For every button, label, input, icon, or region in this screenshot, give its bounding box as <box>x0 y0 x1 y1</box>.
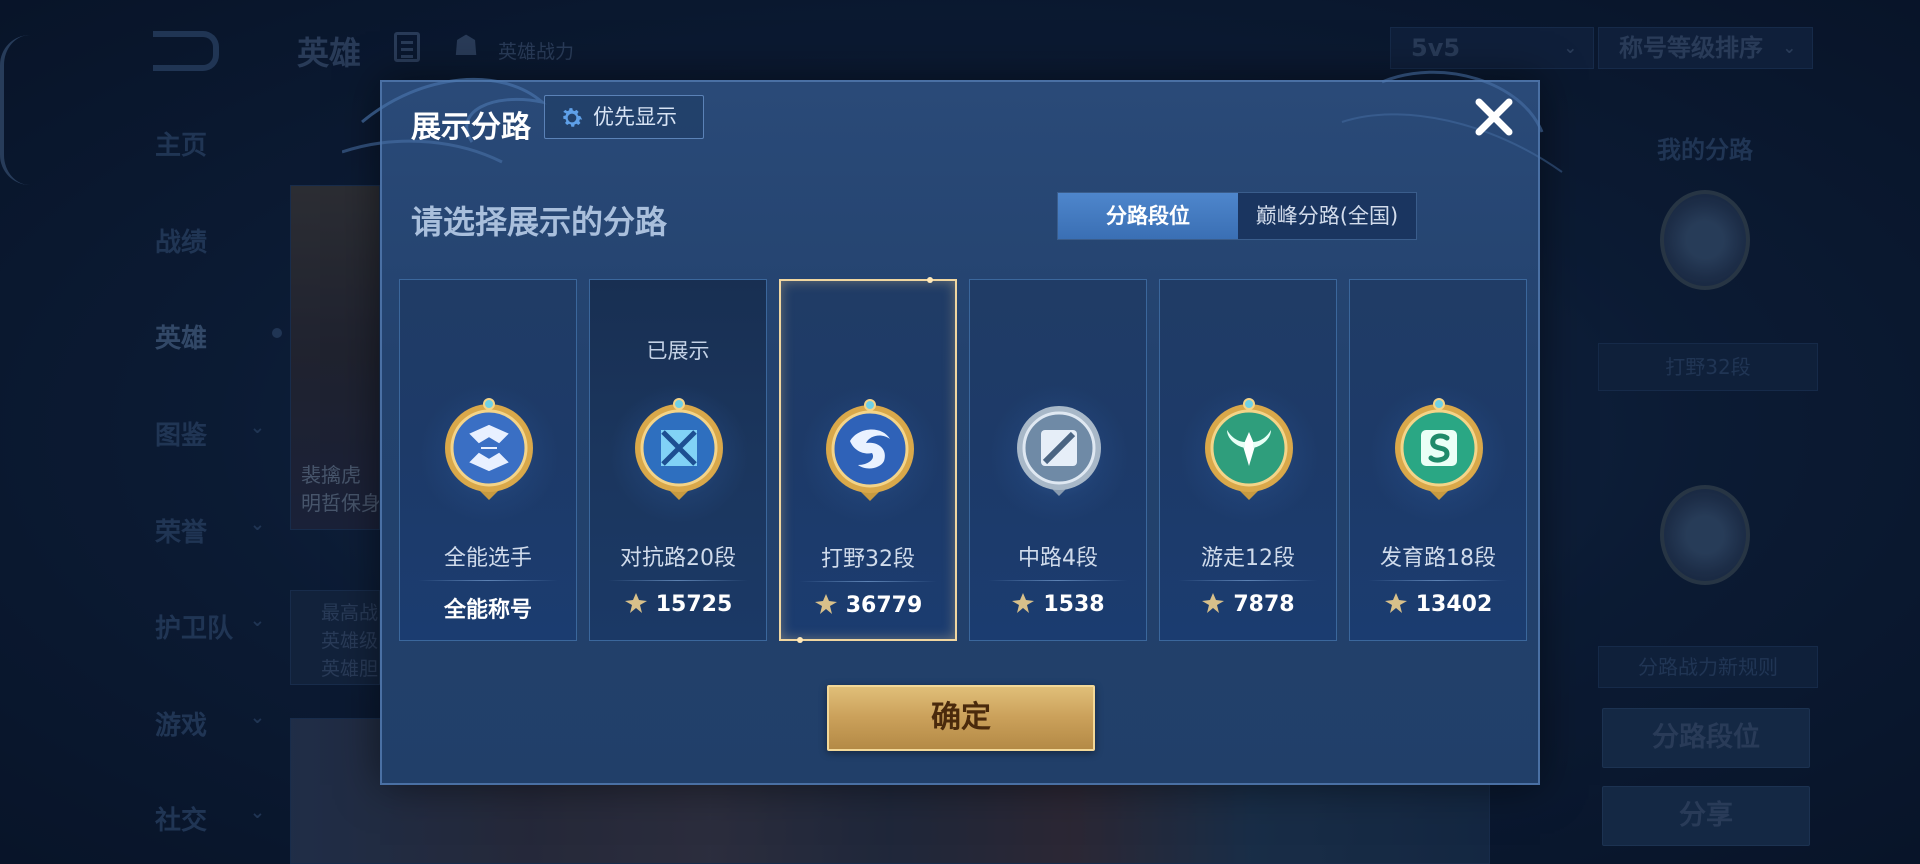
lane-badge <box>609 384 749 524</box>
lane-value-text: 7878 <box>1233 592 1295 617</box>
clash-lane-icon <box>635 398 723 500</box>
lane-badge <box>989 384 1129 524</box>
lane-name: 游走12段 <box>1201 546 1295 571</box>
lane-card-farm[interactable]: 发育路18段 13402 <box>1349 279 1527 641</box>
lane-value: 7878 <box>1160 592 1336 617</box>
section-title: 请选择展示的分路 <box>411 203 668 241</box>
priority-display-label: 优先显示 <box>593 105 677 129</box>
power-icon <box>1384 593 1407 613</box>
lane-badge <box>1179 384 1319 524</box>
lane-divider <box>1368 580 1508 581</box>
mid-lane-icon <box>1017 406 1101 496</box>
lane-badge <box>419 384 559 524</box>
lane-value-text: 1538 <box>1043 592 1105 617</box>
jungle-icon <box>826 399 914 501</box>
display-lane-dialog: 展示分路 优先显示 请选择展示的分路 分路段位 巅峰分路(全国) 全能选手 全能… <box>342 70 1563 785</box>
lane-card-all-round[interactable]: 全能选手 全能称号 <box>399 279 577 641</box>
lane-value: 15725 <box>590 592 766 617</box>
lane-value: 1538 <box>970 592 1146 617</box>
lane-value: 36779 <box>781 593 955 618</box>
lane-divider <box>1178 580 1318 581</box>
power-icon <box>814 594 837 614</box>
shown-tag: 已展示 <box>646 339 710 363</box>
lane-name: 全能选手 <box>443 546 532 571</box>
lane-tab-switch: 分路段位 巅峰分路(全国) <box>1057 192 1417 240</box>
lane-card-jungle[interactable]: 打野32段 36779 <box>779 277 957 643</box>
lane-card-clash[interactable]: 已展示 对抗路20段 15725 <box>589 279 767 641</box>
lane-value-text: 全能称号 <box>443 598 532 623</box>
lane-name: 对抗路20段 <box>620 546 736 571</box>
lane-badge <box>1369 384 1509 524</box>
dialog-title: 展示分路 <box>411 110 531 145</box>
power-icon <box>1012 593 1035 613</box>
lane-value-text: 15725 <box>655 592 733 617</box>
corner-dot <box>797 637 803 643</box>
lane-name: 发育路18段 <box>1380 546 1496 571</box>
lane-name: 中路4段 <box>1018 546 1098 571</box>
all-round-icon <box>445 398 533 500</box>
roam-icon <box>1205 398 1293 500</box>
tab-peak-lane[interactable]: 巅峰分路(全国) <box>1238 193 1416 239</box>
power-icon <box>624 593 647 613</box>
farm-lane-icon <box>1395 398 1483 500</box>
lane-divider <box>418 580 558 581</box>
lane-card-mid[interactable]: 中路4段 1538 <box>969 279 1147 641</box>
lane-value: 13402 <box>1350 592 1526 617</box>
lane-divider <box>988 580 1128 581</box>
power-icon <box>1202 593 1225 613</box>
lane-value-text: 36779 <box>845 593 923 618</box>
lane-name: 打野32段 <box>821 547 915 572</box>
corner-dot <box>927 277 933 283</box>
gear-icon <box>563 108 583 127</box>
close-icon[interactable] <box>1467 90 1521 144</box>
lane-divider <box>799 581 937 582</box>
lane-card-roam[interactable]: 游走12段 7878 <box>1159 279 1337 641</box>
tab-lane-rank[interactable]: 分路段位 <box>1058 193 1238 239</box>
confirm-button[interactable]: 确定 <box>827 685 1095 751</box>
lane-divider <box>608 580 748 581</box>
lane-badge <box>800 385 940 525</box>
lane-value-text: 13402 <box>1415 592 1493 617</box>
priority-display-button[interactable]: 优先显示 <box>544 95 704 139</box>
lane-value: 全能称号 <box>400 592 576 624</box>
